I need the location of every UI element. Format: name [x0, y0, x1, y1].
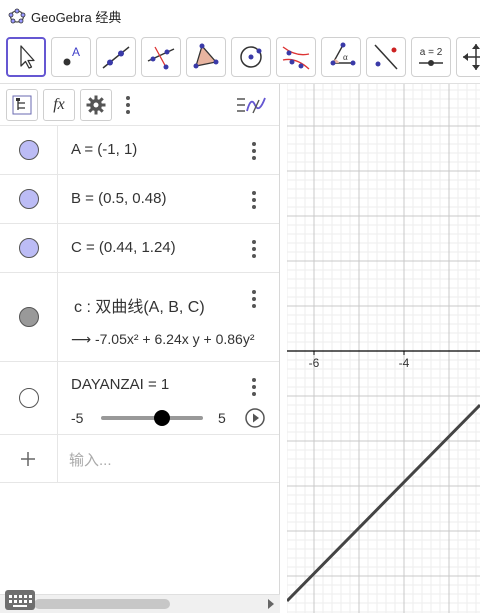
scroll-right-arrow-icon[interactable]	[268, 599, 274, 609]
keyboard-icon[interactable]	[5, 590, 35, 610]
algebra-row-hyperbola[interactable]: c : 双曲线(A, B, C) ⟶ -7.05x² + 6.24x y + 0…	[0, 273, 279, 362]
algebra-row-A[interactable]: A = (-1, 1)	[0, 126, 279, 175]
conic-icon	[282, 46, 310, 70]
point-tool-button[interactable]: A	[51, 37, 91, 77]
angle-tool-label: α	[343, 52, 348, 62]
window-title: GeoGebra 经典	[31, 9, 122, 25]
circle-tool-button[interactable]	[231, 37, 271, 77]
conic-tool-button[interactable]	[276, 37, 316, 77]
polygon-icon	[193, 43, 219, 69]
sort-button[interactable]	[6, 88, 38, 121]
point-A-definition[interactable]: A = (-1, 1)	[71, 141, 137, 158]
scrollbar-thumb[interactable]	[34, 599, 170, 609]
x-tick-label--4: -4	[399, 356, 410, 370]
slider-max-label: 5	[218, 410, 226, 426]
cursor-arrow-icon	[20, 45, 35, 69]
hyperbola-definition[interactable]: c : 双曲线(A, B, C)	[74, 293, 205, 317]
tree-icon	[12, 95, 32, 114]
gear-icon	[86, 95, 106, 114]
reflect-tool-button[interactable]	[366, 37, 406, 77]
plus-icon[interactable]	[20, 451, 36, 467]
settings-button[interactable]	[80, 88, 112, 121]
move-tool-button[interactable]	[6, 37, 46, 77]
slider-tool-button[interactable]: a = 2	[411, 37, 451, 77]
algebra-view: fx A = (-1, 1) B = (0.5, 0.48) C = (0.44…	[0, 84, 280, 594]
algebra-header: fx	[0, 84, 279, 126]
slider-icon: a = 2	[419, 47, 443, 66]
description-button[interactable]: fx	[43, 88, 75, 121]
algebra-row-B[interactable]: B = (0.5, 0.48)	[0, 175, 279, 224]
perpendicular-line-icon	[147, 46, 175, 70]
row-slider-menu[interactable]	[247, 375, 261, 399]
reflect-icon	[374, 44, 398, 70]
visibility-toggle-slider[interactable]	[19, 388, 39, 408]
style-bar-toggle-icon[interactable]	[235, 94, 269, 116]
horizontal-scrollbar[interactable]	[0, 594, 280, 613]
visibility-toggle-B[interactable]	[19, 189, 39, 209]
play-icon[interactable]	[244, 407, 266, 429]
row-A-menu[interactable]	[247, 139, 261, 163]
hyperbola-branch	[287, 403, 480, 603]
visibility-toggle-c[interactable]	[19, 307, 39, 327]
line-tool-button[interactable]	[96, 37, 136, 77]
graphics-view[interactable]: -6 -4	[287, 84, 480, 613]
row-c-menu[interactable]	[247, 287, 261, 311]
graph-canvas[interactable]: -6 -4	[287, 84, 480, 613]
toolbar: A α a = 2	[0, 32, 480, 84]
point-tool-label: A	[72, 45, 80, 59]
visibility-toggle-C[interactable]	[19, 238, 39, 258]
angle-tool-button[interactable]: α	[321, 37, 361, 77]
visibility-toggle-A[interactable]	[19, 140, 39, 160]
point-C-definition[interactable]: C = (0.44, 1.24)	[71, 239, 176, 256]
perpendicular-line-tool-button[interactable]	[141, 37, 181, 77]
move-graphics-icon	[463, 44, 480, 70]
algebra-row-C[interactable]: C = (0.44, 1.24)	[0, 224, 279, 273]
header-more-menu[interactable]	[121, 93, 135, 117]
x-tick-label--6: -6	[309, 356, 320, 370]
row-B-menu[interactable]	[247, 188, 261, 212]
hyperbola-value: ⟶ -7.05x² + 6.24x y + 0.86y²	[71, 331, 255, 347]
angle-icon: α	[330, 42, 356, 66]
slider-definition[interactable]: DAYANZAI = 1	[71, 376, 169, 393]
algebra-row-slider[interactable]: DAYANZAI = 1 -5 5	[0, 362, 279, 435]
move-graphics-tool-button[interactable]	[456, 37, 480, 77]
polygon-tool-button[interactable]	[186, 37, 226, 77]
slider-knob[interactable]	[154, 410, 171, 426]
algebra-input-row[interactable]: 输入...	[0, 435, 279, 483]
point-B-definition[interactable]: B = (0.5, 0.48)	[71, 190, 166, 207]
row-C-menu[interactable]	[247, 237, 261, 261]
fx-icon: fx	[53, 95, 65, 113]
point-icon: A	[63, 45, 80, 66]
input-bar[interactable]: 输入...	[69, 449, 112, 470]
geogebra-logo-icon	[8, 8, 26, 24]
circle-icon	[240, 46, 262, 68]
slider-track[interactable]	[101, 410, 203, 426]
slider-tool-label: a = 2	[420, 47, 443, 58]
line-icon	[102, 46, 130, 69]
title-bar: GeoGebra 经典	[0, 0, 480, 32]
slider-min-label: -5	[71, 410, 84, 426]
